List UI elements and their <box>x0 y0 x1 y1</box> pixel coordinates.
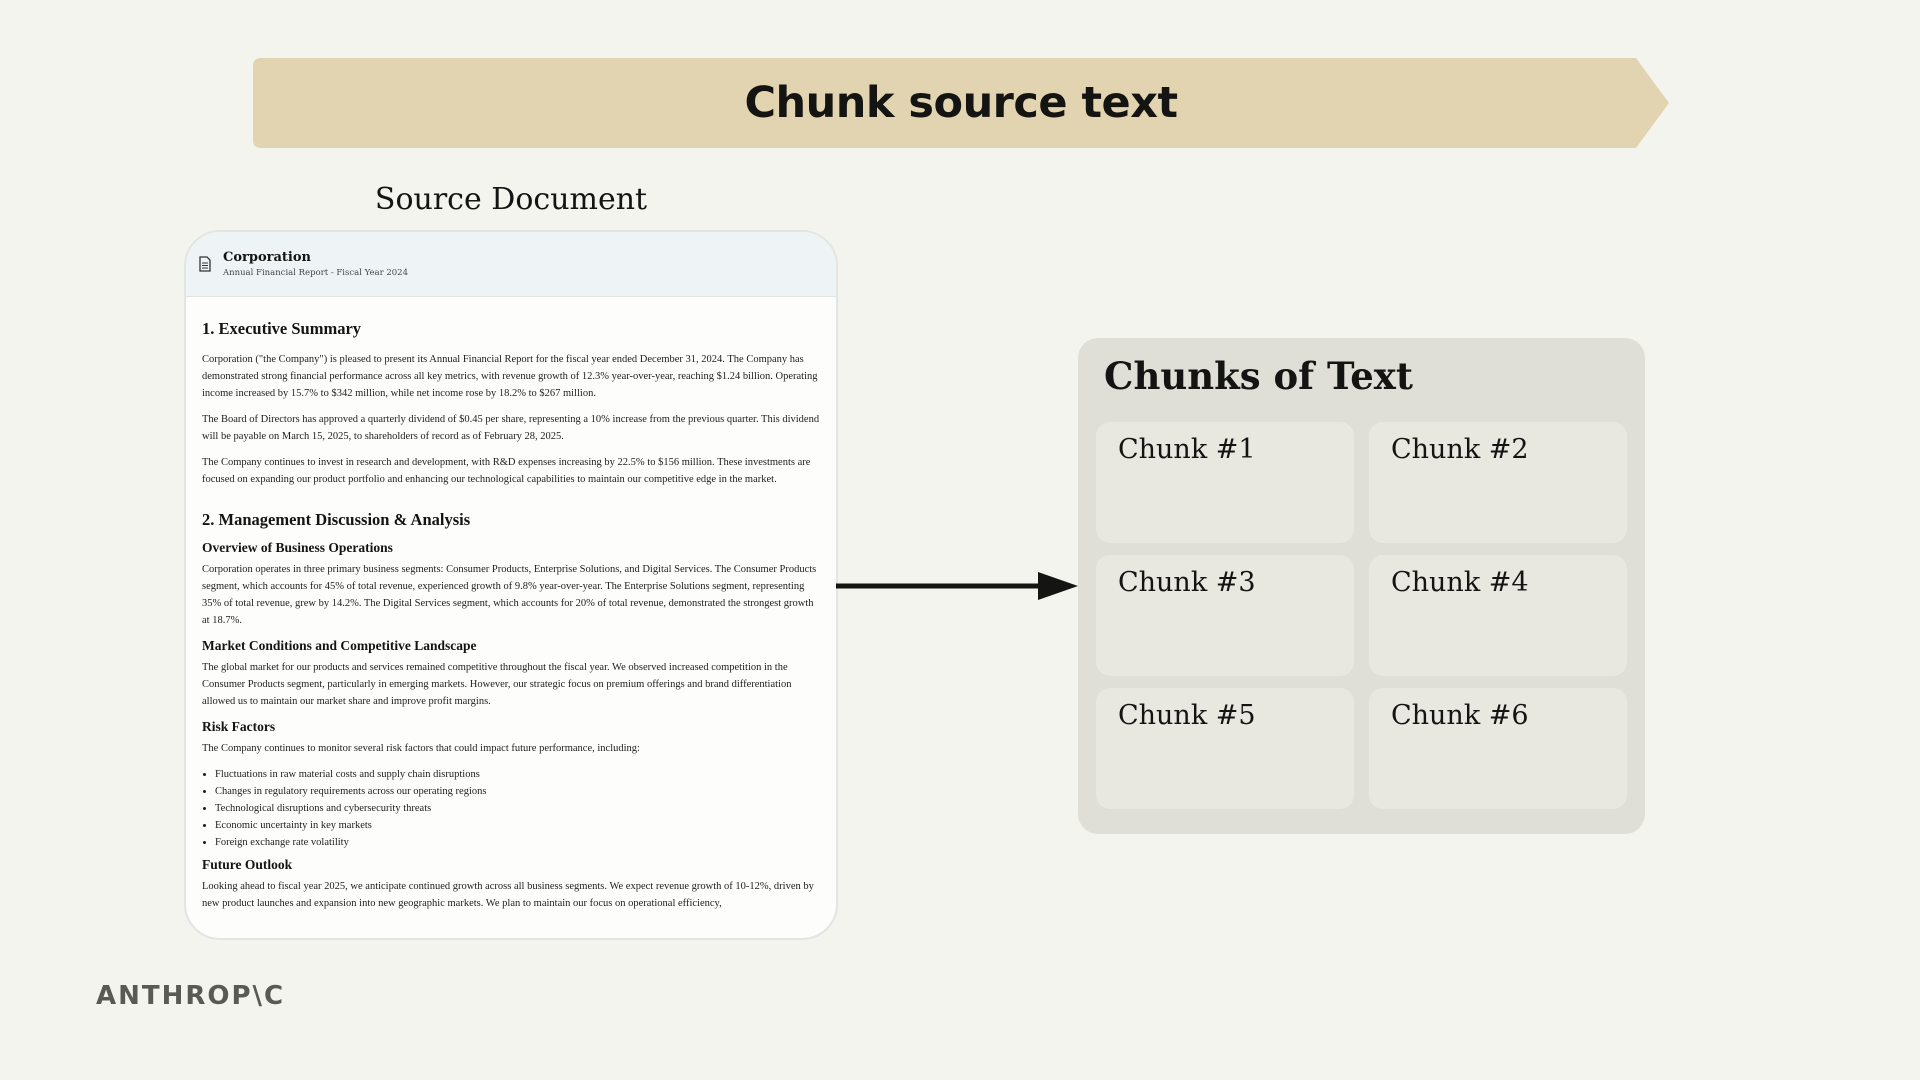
document-subtitle: Annual Financial Report - Fiscal Year 20… <box>223 268 408 278</box>
document-icon <box>198 256 212 276</box>
paragraph: Corporation operates in three primary bu… <box>202 564 817 626</box>
chunk-2: Chunk #2 <box>1369 422 1627 543</box>
paragraph: Corporation ("the Company") is pleased t… <box>202 354 818 399</box>
chunk-5: Chunk #5 <box>1096 688 1354 809</box>
list-item: Fluctuations in raw material costs and s… <box>215 766 822 783</box>
subsection-heading: Market Conditions and Competitive Landsc… <box>202 638 477 653</box>
subsection-heading: Future Outlook <box>202 857 293 872</box>
document-body: 1. Executive Summary Corporation ("the C… <box>186 297 836 912</box>
paragraph: Looking ahead to fiscal year 2025, we an… <box>202 881 814 909</box>
list-item: Changes in regulatory requirements acros… <box>215 783 822 800</box>
paragraph: The Company continues to monitor several… <box>202 743 640 754</box>
arrow-right-icon <box>836 572 1078 600</box>
paragraph: The Company continues to invest in resea… <box>202 457 811 485</box>
list-item: Economic uncertainty in key markets <box>215 817 822 834</box>
source-document-label: Source Document <box>374 182 648 217</box>
document-header: Corporation Annual Financial Report - Fi… <box>186 232 836 297</box>
anthropic-logo: ANTHROP\C <box>96 981 286 1011</box>
risk-list: Fluctuations in raw material costs and s… <box>202 766 822 851</box>
list-item: Foreign exchange rate volatility <box>215 834 822 851</box>
chunk-1: Chunk #1 <box>1096 422 1354 543</box>
paragraph: The Board of Directors has approved a qu… <box>202 414 820 442</box>
document-company: Corporation <box>223 250 311 265</box>
chunk-3: Chunk #3 <box>1096 555 1354 676</box>
chunk-4: Chunk #4 <box>1369 555 1627 676</box>
banner-title: Chunk source text <box>744 78 1178 128</box>
source-document-card: Corporation Annual Financial Report - Fi… <box>184 230 838 940</box>
title-banner: Chunk source text <box>253 58 1669 148</box>
subsection-heading: Risk Factors <box>202 719 276 734</box>
section-heading: 2. Management Discussion & Analysis <box>202 510 471 529</box>
section-heading: 1. Executive Summary <box>202 319 362 338</box>
paragraph: The global market for our products and s… <box>202 662 792 707</box>
chunk-6: Chunk #6 <box>1369 688 1627 809</box>
list-item: Technological disruptions and cybersecur… <box>215 800 822 817</box>
subsection-heading: Overview of Business Operations <box>202 540 393 555</box>
chunks-title: Chunks of Text <box>1104 354 1413 398</box>
chunks-panel: Chunks of Text Chunk #1 Chunk #2 Chunk #… <box>1078 338 1645 834</box>
